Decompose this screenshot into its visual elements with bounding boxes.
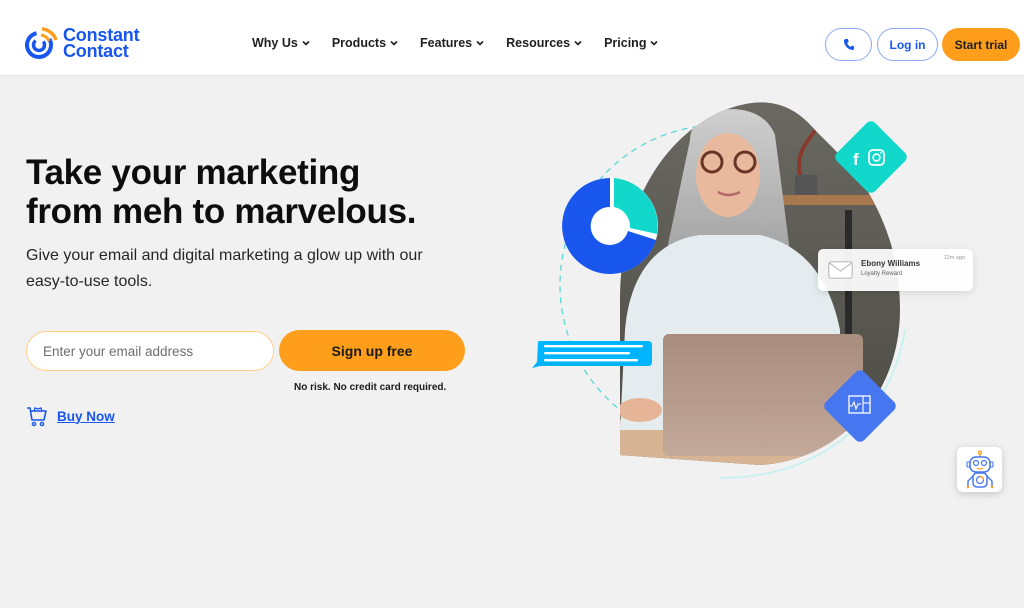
social-diamond — [835, 121, 907, 193]
hero-subhead: Give your email and digital marketing a … — [26, 247, 423, 290]
instagram-icon — [868, 149, 885, 166]
nav-products[interactable]: Products — [332, 36, 398, 50]
nav-label: Features — [420, 36, 473, 50]
donut-segment-primary — [562, 178, 656, 274]
notification-card: Ebony Williams Loyalty Reward 12m ago — [818, 249, 973, 291]
hero-illustration: f — [532, 102, 907, 479]
envelope-icon — [828, 261, 853, 279]
hero-headline: Take your marketing from meh to marvelou… — [26, 153, 416, 231]
nav-features[interactable]: Features — [420, 36, 484, 50]
chevron-down-icon — [390, 40, 398, 46]
logo-line2: Contact — [63, 41, 129, 61]
donut-segment-secondary — [614, 178, 658, 234]
chevron-down-icon — [476, 40, 484, 46]
nav-resources[interactable]: Resources — [506, 36, 582, 50]
logo-wordmark: Constant Contact — [63, 26, 140, 61]
nav-label: Pricing — [604, 36, 647, 50]
analytics-diamond — [824, 370, 896, 442]
headline-line2: from meh to marvelous. — [26, 192, 417, 231]
nav-why-us[interactable]: Why Us — [252, 36, 310, 50]
nav-pricing[interactable]: Pricing — [604, 36, 659, 50]
no-risk-note: No risk. No credit card required. — [294, 382, 447, 393]
constant-contact-logo-icon — [25, 27, 58, 59]
sign-up-free-button[interactable]: Sign up free — [279, 330, 465, 371]
donut-chart-graphic — [562, 178, 658, 274]
start-trial-button[interactable]: Start trial — [942, 28, 1020, 61]
constant-contact-logo[interactable]: Constant Contact — [24, 26, 140, 61]
notification-name: Ebony Williams — [861, 259, 921, 268]
site-header: Constant Contact Why Us Products Feature… — [0, 0, 1024, 76]
analytics-chart-icon — [848, 395, 871, 414]
email-input[interactable] — [26, 331, 274, 371]
chatbot-widget-button[interactable] — [957, 447, 1002, 492]
buy-now-link-group[interactable]: Buy Now — [26, 405, 115, 427]
chevron-down-icon — [302, 40, 310, 46]
chevron-down-icon — [650, 40, 659, 46]
nav-label: Resources — [506, 36, 571, 50]
chevron-down-icon — [574, 40, 582, 46]
shopping-cart-icon — [27, 407, 47, 427]
notification-time: 12m ago — [943, 255, 965, 261]
phone-icon — [843, 39, 854, 50]
light-orbit-arc — [719, 329, 906, 479]
headline-line1: Take your marketing — [26, 153, 361, 192]
facebook-icon: f — [853, 150, 859, 169]
buy-now-link[interactable]: Buy Now — [57, 409, 115, 424]
main-nav: Why Us Products Features Resources Prici… — [252, 36, 680, 50]
notification-subtitle: Loyalty Reward — [861, 271, 903, 277]
nav-label: Products — [331, 36, 387, 50]
login-button[interactable]: Log in — [877, 28, 938, 61]
chatbot-robot-icon — [965, 449, 994, 488]
nav-label: Why Us — [252, 36, 298, 50]
page-bottom-edge — [0, 608, 1024, 613]
chat-bubble-graphic — [532, 341, 652, 368]
phone-button[interactable] — [825, 28, 872, 61]
